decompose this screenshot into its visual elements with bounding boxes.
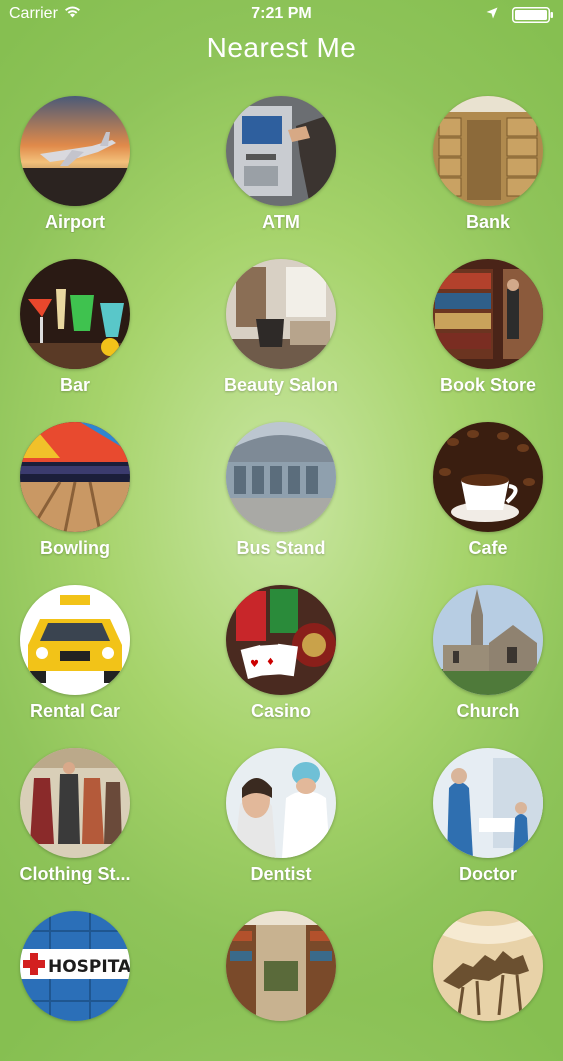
category-label: Bus Stand	[236, 538, 326, 558]
category-label: Dentist	[250, 864, 312, 884]
airplane-icon	[20, 96, 130, 206]
casino-chips-icon: ♥ ♦	[226, 585, 336, 695]
category-clothing-store[interactable]: Clothing St...	[0, 748, 165, 898]
bookshelf-icon	[433, 259, 543, 369]
category-label: ATM	[262, 212, 300, 232]
status-bar: Carrier 7:21 PM	[0, 0, 563, 30]
category-library[interactable]	[191, 911, 371, 1061]
taxi-icon	[20, 585, 130, 695]
category-label: Bar	[59, 375, 90, 395]
category-beauty-salon[interactable]: Beauty Salon	[191, 259, 371, 409]
category-airport[interactable]: Airport	[0, 96, 165, 246]
atm-icon	[226, 96, 336, 206]
category-label: Rental Car	[29, 701, 121, 721]
category-bowling[interactable]: Bowling	[0, 422, 165, 572]
status-right	[486, 6, 554, 24]
category-rental-car[interactable]: Rental Car	[0, 585, 165, 735]
category-label: Airport	[45, 212, 105, 232]
hospital-icon: HOSPITAL	[20, 911, 130, 1021]
museum-icon	[433, 911, 543, 1021]
status-time: 7:21 PM	[251, 5, 312, 22]
cocktail-icon	[20, 259, 130, 369]
category-label: Casino	[250, 701, 311, 721]
bus-station-icon	[226, 422, 336, 532]
category-church[interactable]: Church	[398, 585, 563, 735]
battery-icon	[512, 7, 554, 23]
doctor-icon	[433, 748, 543, 858]
category-bar[interactable]: Bar	[0, 259, 165, 409]
category-dentist[interactable]: Dentist	[191, 748, 371, 898]
category-atm[interactable]: ATM	[191, 96, 371, 246]
category-doctor[interactable]: Doctor	[398, 748, 563, 898]
dentist-icon	[226, 748, 336, 858]
category-label: Cafe	[468, 538, 508, 558]
category-label: Bowling	[40, 538, 110, 558]
salon-chair-icon	[226, 259, 336, 369]
page-title: Nearest Me	[206, 32, 357, 63]
bank-vault-icon	[433, 96, 543, 206]
category-hospital[interactable]: HOSPITAL	[0, 911, 165, 1061]
library-icon	[226, 911, 336, 1021]
hospital-sign-text: HOSPITAL	[48, 957, 130, 977]
category-label: Church	[456, 701, 520, 721]
category-bank[interactable]: Bank	[398, 96, 563, 246]
category-cafe[interactable]: Cafe	[398, 422, 563, 572]
clothing-store-icon	[20, 748, 130, 858]
coffee-cup-icon	[433, 422, 543, 532]
svg-text:♥: ♥	[250, 659, 259, 670]
category-label: Bank	[465, 212, 510, 232]
category-label: Clothing St...	[19, 864, 131, 884]
category-label: Book Store	[439, 375, 536, 395]
category-label: Beauty Salon	[223, 375, 339, 395]
location-arrow-icon	[486, 6, 498, 24]
svg-text:♦: ♦	[266, 657, 275, 668]
category-bus-stand[interactable]: Bus Stand	[191, 422, 371, 572]
category-casino[interactable]: ♥ ♦ Casino	[191, 585, 371, 735]
category-book-store[interactable]: Book Store	[398, 259, 563, 409]
bowling-icon	[20, 422, 130, 532]
category-label: Doctor	[459, 864, 517, 884]
category-museum[interactable]	[398, 911, 563, 1061]
church-icon	[433, 585, 543, 695]
